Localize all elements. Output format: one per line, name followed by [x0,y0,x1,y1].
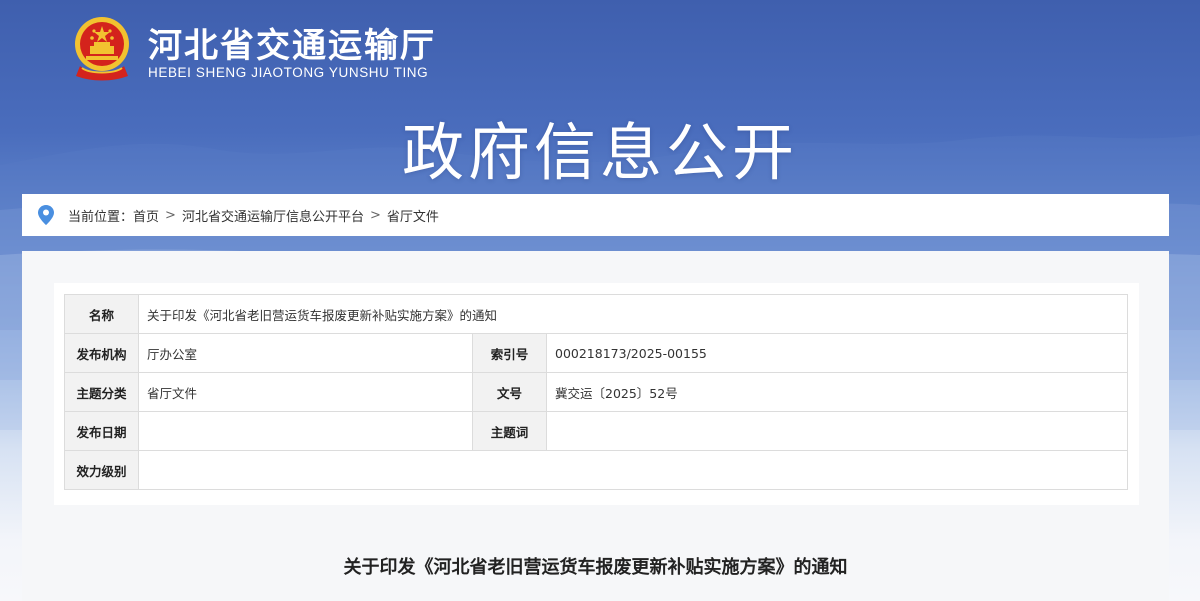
content-panel: 名称 关于印发《河北省老旧营运货车报废更新补贴实施方案》的通知 发布机构 厅办公… [22,251,1169,601]
table-row: 效力级别 [64,450,1129,490]
site-title[interactable]: 河北省交通运输厅 [148,18,436,67]
breadcrumb: 当前位置： 首页 > 河北省交通运输厅信息公开平台 > 省厅文件 [22,194,1169,236]
validity-value [137,450,1129,490]
topic-label: 主题分类 [64,372,139,412]
table-row: 名称 关于印发《河北省老旧营运货车报废更新补贴实施方案》的通知 [64,294,1129,334]
site-subtitle: HEBEI SHENG JIAOTONG YUNSHU TING [148,65,429,80]
breadcrumb-separator: > [165,207,176,223]
table-row: 发布日期 主题词 [64,411,1129,451]
date-value [138,411,473,451]
topic-value: 省厅文件 [138,372,473,412]
index-value: 000218173/2025-00155 [545,333,1129,373]
breadcrumb-category[interactable]: 省厅文件 [387,206,439,225]
publisher-value: 厅办公室 [138,333,473,373]
name-value: 关于印发《河北省老旧营运货车报废更新补贴实施方案》的通知 [137,294,1129,334]
location-pin-icon [38,205,54,225]
banner-title: 政府信息公开 [401,116,798,189]
keywords-label: 主题词 [472,411,547,451]
breadcrumb-platform[interactable]: 河北省交通运输厅信息公开平台 [182,206,364,225]
national-emblem [75,17,129,81]
doc-number-value: 冀交运〔2025〕52号 [545,372,1129,412]
name-label: 名称 [64,294,139,334]
table-row: 主题分类 省厅文件 文号 冀交运〔2025〕52号 [64,372,1129,412]
publisher-label: 发布机构 [64,333,139,373]
breadcrumb-home[interactable]: 首页 [133,206,159,225]
doc-number-label: 文号 [472,372,547,412]
index-label: 索引号 [472,333,547,373]
table-row: 发布机构 厅办公室 索引号 000218173/2025-00155 [64,333,1129,373]
document-heading: 关于印发《河北省老旧营运货车报废更新补贴实施方案》的通知 [343,557,848,578]
breadcrumb-separator: > [369,207,381,223]
validity-label: 效力级别 [64,450,139,490]
document-info-table: 名称 关于印发《河北省老旧营运货车报废更新补贴实施方案》的通知 发布机构 厅办公… [64,294,1129,490]
keywords-value [545,411,1129,451]
date-label: 发布日期 [64,411,139,451]
document-info-box: 名称 关于印发《河北省老旧营运货车报废更新补贴实施方案》的通知 发布机构 厅办公… [54,283,1139,505]
breadcrumb-prefix: 当前位置： [68,209,134,225]
